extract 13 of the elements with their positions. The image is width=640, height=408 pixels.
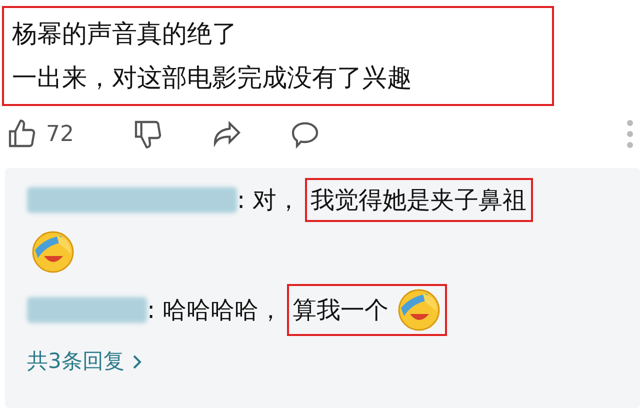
reply-highlight-text: 算我一个 — [292, 295, 389, 326]
reply-text: : 对， — [237, 185, 301, 216]
laughing-emoji-icon — [31, 230, 75, 274]
laughing-emoji-icon — [396, 288, 441, 332]
dislike-button[interactable] — [132, 118, 164, 150]
thumbs-up-icon — [6, 118, 38, 150]
reply-text: : 哈哈哈哈， — [147, 295, 283, 326]
reply-highlight-text: 我觉得她是夹子鼻祖 — [310, 185, 527, 216]
chevron-right-icon — [132, 354, 142, 370]
comment-text: 杨幂的声音真的绝了 — [12, 18, 238, 50]
more-replies-link[interactable]: 共3条回复 — [27, 346, 142, 378]
comment-text: 一出来，对这部电影完成没有了兴趣 — [12, 62, 413, 94]
like-button[interactable]: 72 — [6, 118, 74, 150]
